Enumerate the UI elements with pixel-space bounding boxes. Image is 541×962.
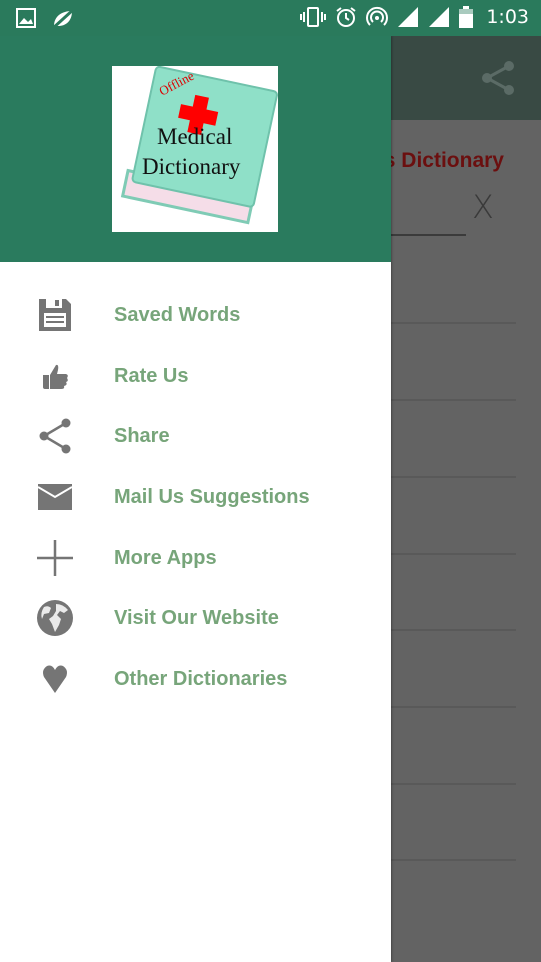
globe-icon [36, 599, 74, 637]
share-icon[interactable] [480, 60, 516, 96]
drawer-item-rate-us[interactable]: Rate Us [0, 346, 391, 406]
no-signal-leaf-icon [50, 8, 76, 30]
drawer-item-label: Other Dictionaries [114, 667, 288, 690]
drawer-item-mail-us[interactable]: Mail Us Suggestions [0, 467, 391, 527]
drawer-item-more-apps[interactable]: More Apps [0, 528, 391, 588]
drawer-item-visit-website[interactable]: Visit Our Website [0, 588, 391, 648]
image-icon [16, 8, 36, 28]
divider [391, 859, 516, 861]
drawer-item-share[interactable]: Share [0, 406, 391, 466]
divider [391, 783, 516, 785]
status-bar: 1:03 [0, 0, 541, 36]
heart-icon [36, 660, 74, 698]
navigation-drawer: Offline Medical Dictionary Saved Words R… [0, 36, 391, 962]
drawer-item-label: Saved Words [114, 303, 241, 326]
plus-icon [36, 539, 74, 577]
divider [391, 322, 516, 324]
clock: 1:03 [486, 6, 529, 28]
divider [391, 476, 516, 478]
drawer-item-label: Visit Our Website [114, 606, 279, 629]
alarm-icon [336, 7, 356, 27]
search-input-underline [380, 234, 466, 236]
hotspot-icon [366, 6, 389, 26]
divider [391, 399, 516, 401]
divider [391, 706, 516, 708]
clear-button[interactable]: X [472, 188, 494, 226]
drawer-item-other-dictionaries[interactable]: Other Dictionaries [0, 649, 391, 709]
drawer-item-label: More Apps [114, 546, 217, 569]
battery-icon [459, 6, 474, 28]
signal-icon [398, 7, 419, 27]
app-logo: Offline Medical Dictionary [112, 65, 278, 232]
logo-line2: Dictionary [142, 154, 241, 179]
floppy-disk-icon [36, 296, 74, 334]
envelope-icon [36, 478, 74, 516]
drawer-item-saved-words[interactable]: Saved Words [0, 285, 391, 345]
divider [391, 553, 516, 555]
page-title: s Dictionary [383, 149, 504, 172]
drawer-item-label: Mail Us Suggestions [114, 485, 310, 508]
thumbs-up-icon [36, 357, 74, 395]
drawer-header: Offline Medical Dictionary [0, 36, 391, 262]
divider [391, 629, 516, 631]
signal-icon [429, 7, 450, 27]
vibrate-icon [300, 7, 327, 27]
logo-line1: Medical [157, 124, 232, 149]
drawer-item-label: Share [114, 424, 170, 447]
drawer-item-label: Rate Us [114, 364, 189, 387]
share-icon [36, 417, 74, 455]
